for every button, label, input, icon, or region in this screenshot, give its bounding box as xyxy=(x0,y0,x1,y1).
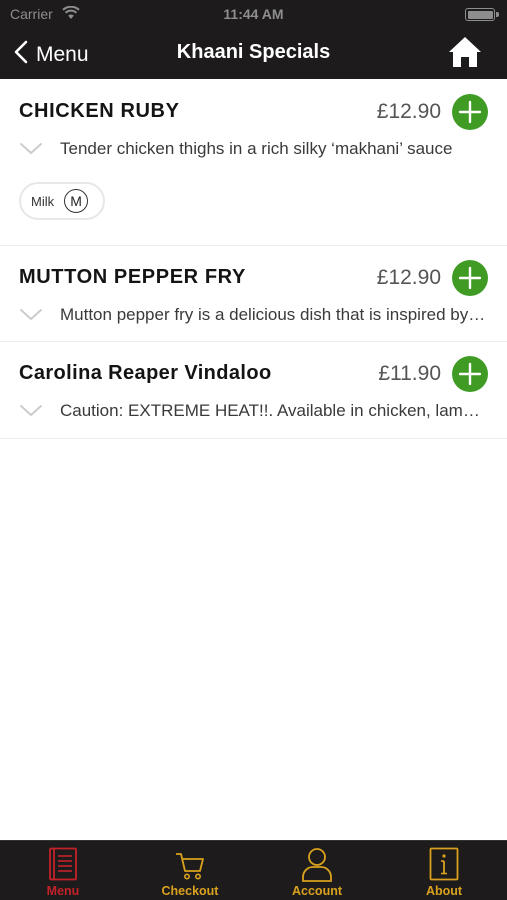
allergen-label: Milk xyxy=(31,193,55,209)
menu-list: CHICKEN RUBY £12.90 Tender chicken thigh… xyxy=(0,79,507,439)
tab-label: Account xyxy=(292,884,342,898)
add-to-basket-button[interactable] xyxy=(452,260,488,296)
tab-account[interactable]: Account xyxy=(254,841,380,900)
expand-chevron-icon[interactable] xyxy=(19,142,43,161)
menu-item[interactable]: Carolina Reaper Vindaloo £11.90 Caution:… xyxy=(0,342,507,439)
item-name: Carolina Reaper Vindaloo xyxy=(19,362,272,384)
status-time: 11:44 AM xyxy=(223,6,284,22)
item-price: £12.90 xyxy=(376,266,441,289)
menu-item[interactable]: CHICKEN RUBY £12.90 Tender chicken thigh… xyxy=(0,79,507,246)
battery-icon xyxy=(465,8,499,21)
item-name: MUTTON PEPPER FRY xyxy=(19,266,246,288)
plus-icon xyxy=(452,266,488,300)
plus-icon xyxy=(452,362,488,396)
tab-label: About xyxy=(425,884,463,898)
person-icon xyxy=(301,847,333,888)
item-price: £12.90 xyxy=(376,100,441,123)
tab-label: Menu xyxy=(46,884,80,898)
item-description: Mutton pepper fry is a delicious dish th… xyxy=(60,305,487,324)
tab-bar: Menu Checkout Account About xyxy=(0,840,507,900)
allergen-code: M xyxy=(64,189,89,213)
item-description: Tender chicken thighs in a rich silky ‘m… xyxy=(60,139,453,158)
menu-item[interactable]: MUTTON PEPPER FRY £12.90 Mutton pepper f… xyxy=(0,246,507,342)
home-icon xyxy=(447,37,483,73)
item-name: CHICKEN RUBY xyxy=(19,100,180,122)
back-label: Menu xyxy=(36,42,89,66)
expand-chevron-icon[interactable] xyxy=(19,308,43,327)
home-button[interactable] xyxy=(447,35,483,74)
tab-checkout[interactable]: Checkout xyxy=(127,841,253,900)
add-to-basket-button[interactable] xyxy=(452,356,488,392)
back-button[interactable]: Menu xyxy=(14,40,89,69)
chevron-left-icon xyxy=(14,40,28,69)
nav-bar: Menu Khaani Specials xyxy=(0,28,507,79)
cart-icon xyxy=(174,851,206,886)
tab-menu[interactable]: Menu xyxy=(0,841,126,900)
tab-label: Checkout xyxy=(161,884,219,898)
menu-book-icon xyxy=(48,847,78,886)
expand-chevron-icon[interactable] xyxy=(19,404,43,423)
status-bar: Carrier 11:44 AM xyxy=(0,0,507,28)
info-icon xyxy=(429,847,459,886)
plus-icon xyxy=(452,100,488,134)
add-to-basket-button[interactable] xyxy=(452,94,488,130)
allergen-badge: Milk M xyxy=(19,182,105,220)
tab-about[interactable]: About xyxy=(381,841,507,900)
item-description: Caution: EXTREME HEAT!!. Available in ch… xyxy=(60,401,487,420)
item-price: £11.90 xyxy=(378,362,441,385)
